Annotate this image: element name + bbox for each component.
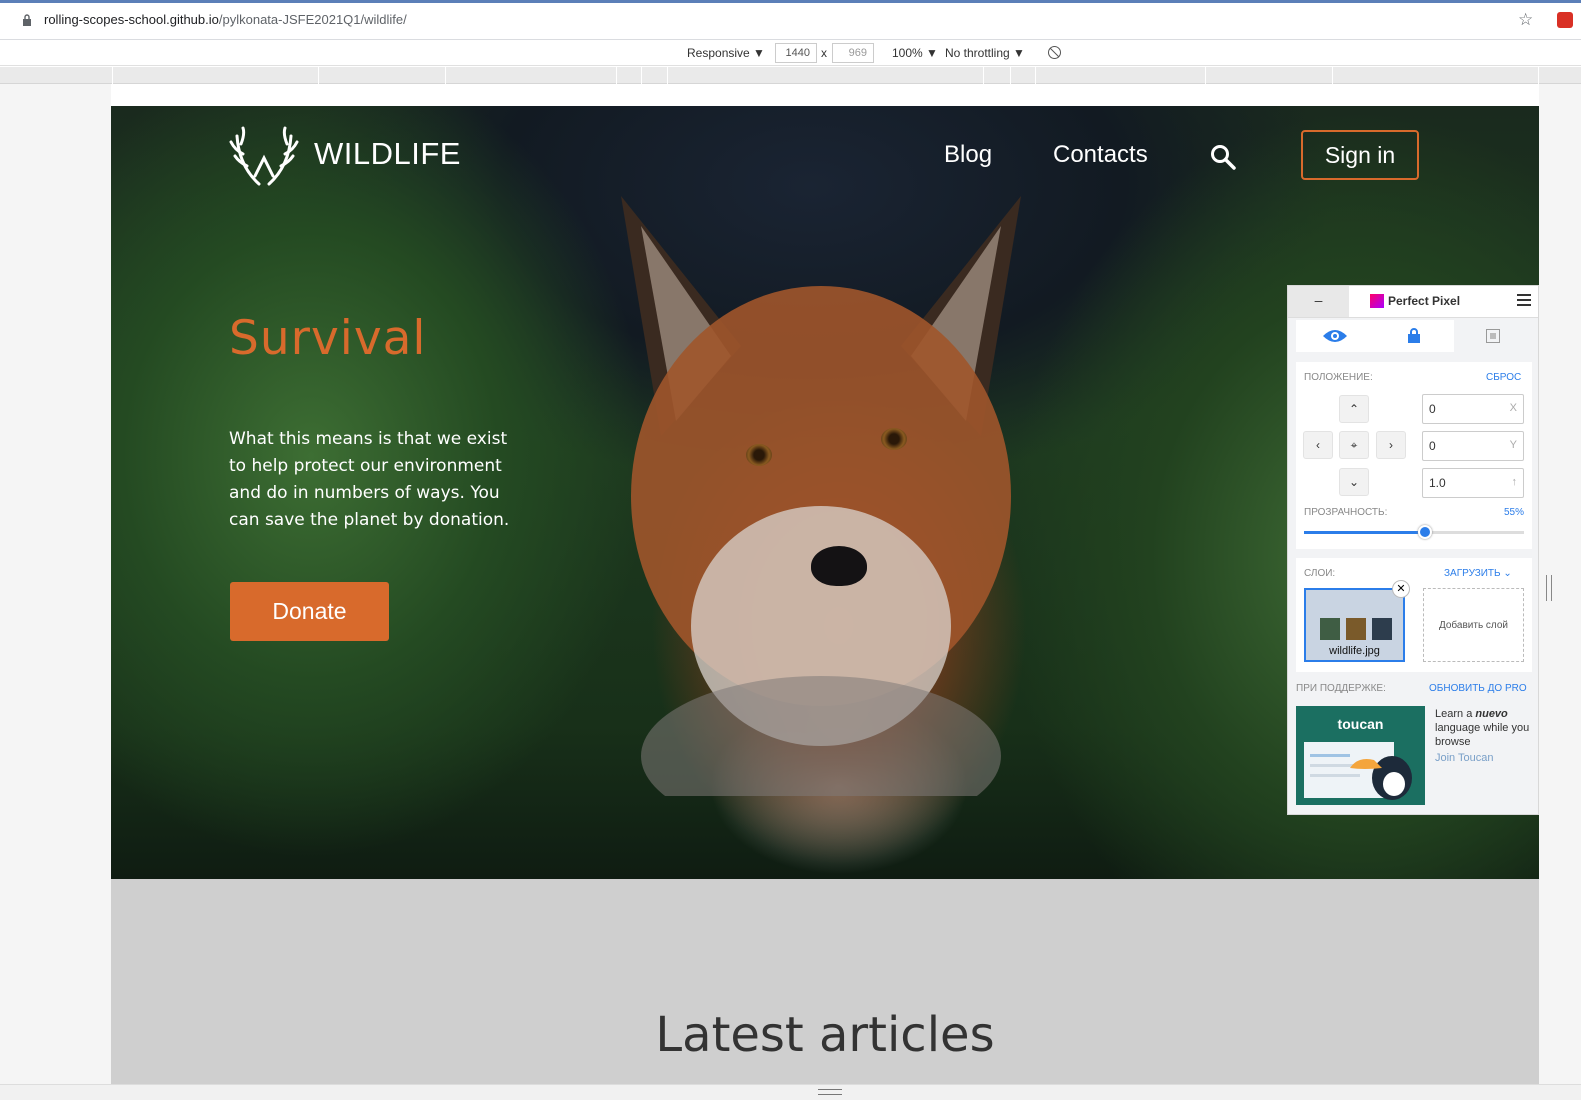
perfect-pixel-panel: – Perfect Pixel ПОЛОЖЕНИЕ: СБРОС ⌃ ‹ ⌖ ›…	[1287, 285, 1539, 815]
donate-button[interactable]: Donate	[230, 582, 389, 641]
x-value: 0	[1429, 402, 1436, 416]
center-button[interactable]: ⌖	[1339, 431, 1369, 459]
resize-grip-icon[interactable]	[818, 1089, 842, 1095]
y-axis-label: Y	[1509, 439, 1517, 451]
x-axis-label: X	[1509, 402, 1517, 414]
upload-link[interactable]: ЗАГРУЗИТЬ ⌄	[1444, 568, 1512, 579]
invert-icon	[1486, 329, 1500, 343]
toucan-brand: toucan	[1337, 716, 1384, 732]
zoom-select[interactable]: 100% ▼	[892, 46, 938, 60]
viewport-margin-left	[0, 84, 111, 1084]
fox-image	[621, 196, 1021, 796]
eye-icon	[1323, 330, 1347, 342]
search-icon[interactable]	[1210, 144, 1236, 170]
ad-text-end: language while you browse	[1435, 722, 1530, 748]
width-input[interactable]: 1440	[775, 43, 817, 63]
support-label: ПРИ ПОДДЕРЖКЕ:	[1296, 683, 1386, 694]
throttling-select[interactable]: No throttling ▼	[945, 46, 1025, 60]
upgrade-link[interactable]: ОБНОВИТЬ ДО PRO	[1429, 683, 1527, 694]
minimize-button[interactable]: –	[1288, 286, 1349, 317]
opacity-label: ПРОЗРАЧНОСТЬ:	[1304, 507, 1388, 518]
opacity-slider-knob[interactable]	[1418, 525, 1432, 539]
join-toucan-link[interactable]: Join Toucan	[1435, 752, 1494, 764]
chevron-down-icon: ⌄	[1503, 568, 1512, 579]
lock-tab[interactable]	[1375, 320, 1453, 352]
latest-articles-section: Latest articles	[111, 879, 1539, 1084]
toucan-ad-image[interactable]: toucan	[1296, 706, 1425, 805]
panel-header: – Perfect Pixel	[1288, 286, 1538, 318]
viewport-resize-bar-bottom[interactable]	[0, 1084, 1581, 1100]
opacity-slider-fill	[1304, 531, 1425, 534]
opacity-slider[interactable]	[1304, 525, 1524, 539]
move-down-button[interactable]: ⌄	[1339, 468, 1369, 496]
hamburger-menu-icon[interactable]	[1517, 294, 1531, 306]
layer-preview-image	[1346, 618, 1366, 640]
star-icon[interactable]: ☆	[1518, 10, 1533, 30]
remove-layer-icon[interactable]: ✕	[1392, 580, 1410, 598]
move-up-button[interactable]: ⌃	[1339, 395, 1369, 423]
upload-label: ЗАГРУЗИТЬ	[1444, 568, 1501, 579]
layer-thumbnail[interactable]: wildlife.jpg	[1304, 588, 1405, 662]
hero-description: What this means is that we exist to help…	[229, 429, 510, 530]
layer-name: wildlife.jpg	[1329, 645, 1380, 657]
position-section: ПОЛОЖЕНИЕ: СБРОС ⌃ ‹ ⌖ › ⌄ 0X 0Y 1.0 ↑ ПР…	[1296, 362, 1532, 549]
nav-blog[interactable]: Blog	[944, 141, 992, 169]
perfect-pixel-logo-icon	[1370, 294, 1384, 308]
url-host: rolling-scopes-school.github.io	[44, 12, 219, 27]
reset-link[interactable]: СБРОС	[1486, 372, 1521, 383]
move-left-button[interactable]: ‹	[1303, 431, 1333, 459]
fox-eye-left	[746, 444, 772, 466]
panel-tabs	[1296, 320, 1532, 352]
layer-preview-image	[1320, 618, 1340, 640]
y-value: 0	[1429, 439, 1436, 453]
fox-eye-right	[881, 428, 907, 450]
layers-label: СЛОИ:	[1304, 568, 1336, 579]
x-position-input[interactable]: 0X	[1422, 394, 1524, 424]
add-layer-button[interactable]: Добавить слой	[1423, 588, 1524, 662]
dimension-separator: x	[821, 46, 827, 60]
address-bar[interactable]: rolling-scopes-school.github.io/pylkonat…	[0, 0, 1581, 40]
ad-text-emphasis: nuevo	[1475, 708, 1508, 720]
toucan-illustration	[1304, 742, 1412, 800]
sign-in-button[interactable]: Sign in	[1301, 130, 1419, 180]
tab-strip-edge	[0, 0, 1581, 3]
device-toolbar: Responsive ▼ 1440 x 969 100% ▼ No thrott…	[0, 40, 1581, 66]
lock-icon	[23, 14, 31, 26]
height-input[interactable]: 969	[832, 43, 874, 63]
layers-section: СЛОИ: ЗАГРУЗИТЬ ⌄ wildlife.jpg ✕ Добавит…	[1296, 558, 1532, 672]
logo-text[interactable]: WILDLIFE	[314, 136, 461, 172]
move-right-button[interactable]: ›	[1376, 431, 1406, 459]
nav-contacts[interactable]: Contacts	[1053, 141, 1148, 169]
media-query-ruler[interactable]	[0, 67, 1581, 84]
rotate-icon[interactable]	[1047, 45, 1062, 60]
antlers-logo-icon[interactable]	[229, 126, 299, 186]
extension-icon[interactable]	[1557, 12, 1573, 28]
ad-text-start: Learn a	[1435, 708, 1476, 720]
panel-title: Perfect Pixel	[1388, 294, 1461, 308]
hero-title: Survival	[229, 311, 427, 366]
section-title: Latest articles	[655, 1007, 995, 1063]
layer-preview-image	[1372, 618, 1392, 640]
scale-value: 1.0	[1429, 476, 1446, 490]
position-label: ПОЛОЖЕНИЕ:	[1304, 372, 1373, 383]
opacity-value: 55%	[1504, 507, 1525, 518]
scale-arrow-icon: ↑	[1511, 476, 1518, 488]
url-path: /pylkonata-JSFE2021Q1/wildlife/	[218, 12, 407, 27]
viewport-resize-handle-right[interactable]	[1546, 575, 1552, 601]
visibility-tab[interactable]	[1296, 320, 1374, 352]
ad-text: Learn a nuevo language while you browse	[1435, 707, 1531, 749]
url-text[interactable]: rolling-scopes-school.github.io/pylkonat…	[44, 12, 407, 27]
lock-icon	[1408, 328, 1420, 343]
y-position-input[interactable]: 0Y	[1422, 431, 1524, 461]
scale-input[interactable]: 1.0 ↑	[1422, 468, 1524, 498]
device-select[interactable]: Responsive ▼	[687, 46, 765, 60]
invert-tab[interactable]	[1454, 320, 1532, 352]
fox-nose	[811, 546, 867, 586]
